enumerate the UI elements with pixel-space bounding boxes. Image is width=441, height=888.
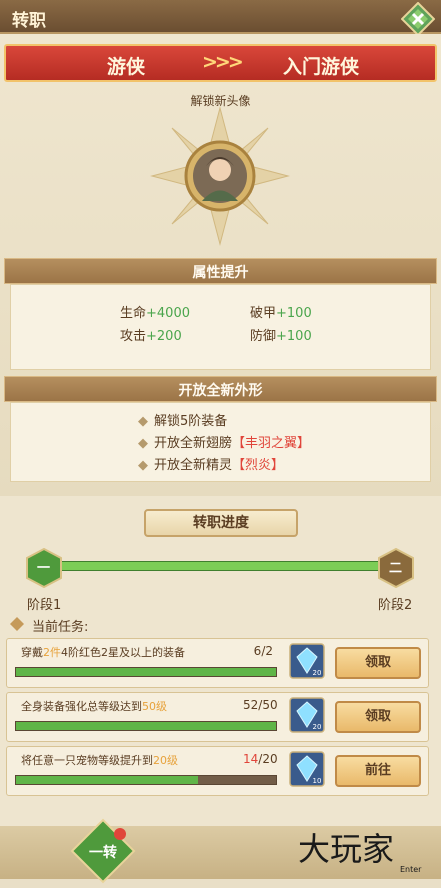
progress-track xyxy=(58,561,384,571)
attributes-panel xyxy=(10,284,431,370)
task-description: 将任意一只宠物等级提升到20级 xyxy=(21,754,178,767)
diamond-bullet-icon: ◆ xyxy=(138,458,148,473)
tab-first-advancement[interactable]: 一转 xyxy=(70,818,136,884)
svg-text:20: 20 xyxy=(313,723,322,731)
watermark-logo: 大玩家 xyxy=(298,830,395,868)
target-class: 入门游侠 xyxy=(282,56,359,78)
attr-hp: 生命+4000 xyxy=(120,306,190,321)
diamond-bullet-icon: ◆ xyxy=(138,414,148,429)
attributes-header: 属性提升 xyxy=(4,258,437,284)
crystal-reward-icon[interactable]: 10 xyxy=(289,751,325,787)
crystal-reward-icon[interactable]: 20 xyxy=(289,697,325,733)
menu-diamond-icon[interactable] xyxy=(401,2,435,36)
feature-item: ◆ 开放全新精灵【烈炎】 xyxy=(138,458,285,473)
feature-item: ◆ 开放全新翅膀【丰羽之翼】 xyxy=(138,436,311,451)
task-count: 52/50 xyxy=(243,698,278,712)
task-description: 全身装备强化总等级达到50级 xyxy=(21,700,167,713)
claim-button[interactable]: 领取 xyxy=(335,701,421,733)
go-button[interactable]: 前往 xyxy=(335,755,421,787)
page-title: 转职 xyxy=(12,11,46,31)
claim-button[interactable]: 领取 xyxy=(335,647,421,679)
svg-text:10: 10 xyxy=(313,777,322,785)
task-description: 穿戴2件4阶红色2星及以上的装备 xyxy=(21,646,185,659)
attr-attack: 攻击+200 xyxy=(120,329,182,344)
current-tasks-title: 当前任务: xyxy=(32,620,89,635)
current-class: 游侠 xyxy=(106,56,145,78)
task-count: 6/2 xyxy=(253,644,273,658)
task-row: 全身装备强化总等级达到50级 52/50 20 领取 xyxy=(6,692,429,742)
task-row: 将任意一只宠物等级提升到20级 14/20 10 前往 xyxy=(6,746,429,796)
task-marker-icon xyxy=(10,617,24,631)
feature-item: ◆ 解锁5阶装备 xyxy=(138,414,228,429)
top-bar: 转职 xyxy=(0,0,441,36)
task-progress-bar xyxy=(15,667,277,677)
attributes-title: 属性提升 xyxy=(192,265,249,281)
avatar-emblem xyxy=(150,106,290,246)
watermark-sub: Enter xyxy=(400,865,422,874)
attr-defense: 防御+100 xyxy=(250,329,312,344)
crystal-reward-icon[interactable]: 20 xyxy=(289,643,325,679)
task-progress-bar xyxy=(15,775,277,785)
task-count: 14/20 xyxy=(243,752,278,766)
features-header: 开放全新外形 xyxy=(4,376,437,402)
class-change-banner: 游侠 >>> 入门游侠 xyxy=(4,44,437,82)
features-title: 开放全新外形 xyxy=(178,383,263,399)
attr-armor-break: 破甲+100 xyxy=(250,306,312,321)
arrow-right-icon: >>> xyxy=(202,51,244,73)
stage2-glyph: 二 xyxy=(389,561,403,576)
progress-title: 转职进度 xyxy=(193,515,249,531)
stage2-label: 阶段2 xyxy=(378,598,413,613)
stage1-glyph: 一 xyxy=(37,561,51,576)
diamond-bullet-icon: ◆ xyxy=(138,436,148,451)
task-progress-bar xyxy=(15,721,277,731)
task-row: 穿戴2件4阶红色2星及以上的装备 6/2 20 领取 xyxy=(6,638,429,688)
svg-text:20: 20 xyxy=(313,669,322,677)
notification-dot-icon xyxy=(114,828,126,840)
stage1-label: 阶段1 xyxy=(27,598,62,613)
progress-title-box: 转职进度 xyxy=(144,509,298,537)
